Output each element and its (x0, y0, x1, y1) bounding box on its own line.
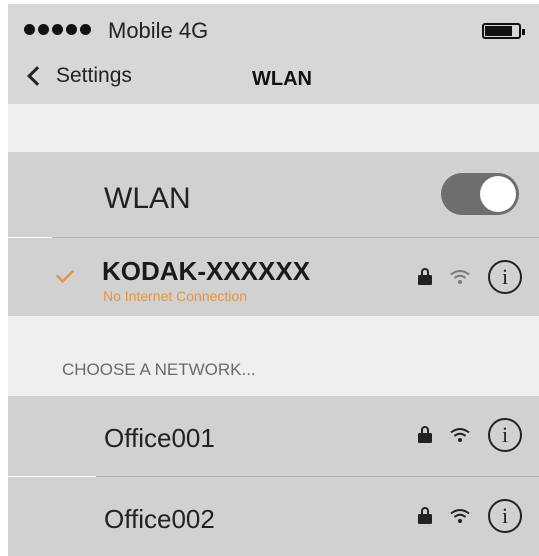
network-row-office002[interactable]: Office002 i (8, 477, 539, 556)
choose-network-section: CHOOSE A NETWORK... (8, 316, 539, 396)
checkmark-icon (55, 264, 75, 284)
battery-icon (482, 23, 525, 39)
toggle-knob (480, 176, 516, 212)
status-bar: Mobile 4G (8, 4, 539, 56)
network-icons: i (418, 499, 522, 533)
wlan-settings-screen: Mobile 4G Settings WLAN WLAN KODAK-XXXXX… (0, 0, 539, 556)
wlan-toggle-switch[interactable] (441, 173, 519, 215)
wlan-label: WLAN (104, 182, 191, 215)
wifi-icon (450, 428, 470, 442)
info-icon[interactable]: i (488, 499, 522, 533)
network-row-office001[interactable]: Office001 i (8, 396, 539, 476)
network-name: Office001 (104, 423, 215, 453)
network-icons: i (418, 418, 522, 452)
carrier-label: Mobile 4G (108, 18, 209, 43)
wifi-icon (450, 509, 470, 523)
connection-status: No Internet Connection (103, 288, 247, 304)
network-name: Office002 (104, 504, 215, 534)
info-icon[interactable]: i (488, 260, 522, 294)
lock-icon (418, 426, 432, 444)
chevron-left-icon (27, 66, 47, 86)
lock-icon (418, 268, 432, 286)
signal-strength-icon (24, 24, 91, 35)
connected-network-icons: i (418, 260, 522, 294)
section-spacer (8, 104, 539, 152)
connected-network-name: KODAK-XXXXXX (102, 256, 311, 286)
back-button-label: Settings (56, 64, 132, 87)
page-title: WLAN (252, 68, 312, 90)
back-to-settings-button[interactable]: Settings (27, 64, 132, 88)
connected-network-row[interactable]: KODAK-XXXXXX No Internet Connection i (8, 238, 539, 316)
info-icon[interactable]: i (488, 418, 522, 452)
wifi-icon (450, 270, 470, 284)
lock-icon (418, 507, 432, 525)
navigation-bar: Settings WLAN (8, 56, 539, 104)
section-header: CHOOSE A NETWORK... (62, 360, 256, 379)
header: Mobile 4G Settings WLAN (8, 4, 539, 104)
wlan-toggle-row: WLAN (8, 152, 539, 237)
